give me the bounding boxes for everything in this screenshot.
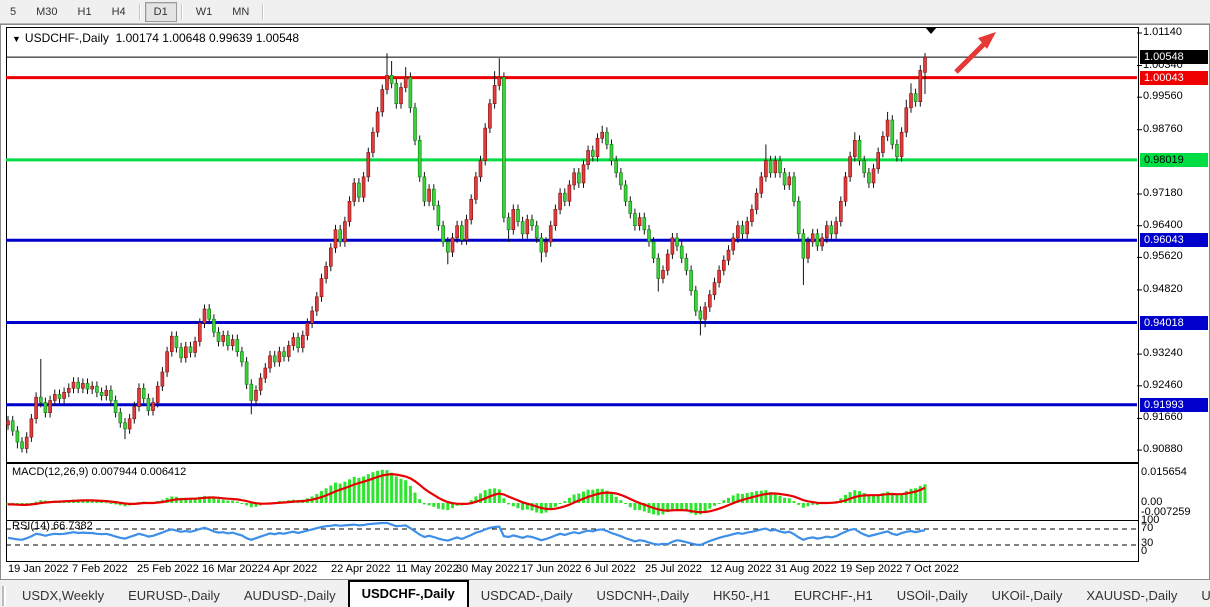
date-tick: 31 Aug 2022 bbox=[775, 563, 837, 575]
mt4-window: 5M30H1H4 D1 W1MN ▼ USDCHF-,Daily 1.00174 1.… bbox=[0, 0, 1210, 607]
price-tick-1.01140: 1.01140 bbox=[1143, 26, 1182, 38]
date-tick: 6 Jul 2022 bbox=[585, 563, 636, 575]
symbol-tab-usdx-weekly[interactable]: USDX,Weekly bbox=[10, 584, 116, 607]
date-tick: 19 Jan 2022 bbox=[8, 563, 69, 575]
price-tick-0.96400: 0.96400 bbox=[1143, 219, 1183, 231]
price-tick-0.92460: 0.92460 bbox=[1143, 379, 1183, 391]
price-badge-0.98019: 0.98019 bbox=[1140, 153, 1208, 167]
price-tick-0.93240: 0.93240 bbox=[1143, 347, 1183, 359]
price-badge-0.91993: 0.91993 bbox=[1140, 398, 1208, 412]
symbol-tab-ukoil-daily[interactable]: UKOil-,Daily bbox=[980, 584, 1075, 607]
date-tick: 7 Feb 2022 bbox=[72, 563, 128, 575]
price-badge-0.96043: 0.96043 bbox=[1140, 233, 1208, 247]
timeframe-button-H1[interactable]: H1 bbox=[69, 2, 101, 22]
timeframe-button-M30[interactable]: M30 bbox=[27, 2, 66, 22]
symbol-tab-eurchf-h1[interactable]: EURCHF-,H1 bbox=[782, 584, 885, 607]
date-tick: 17 Jun 2022 bbox=[521, 563, 582, 575]
symbol-tab-audusd-daily[interactable]: AUDUSD-,Daily bbox=[232, 584, 348, 607]
date-tick: 4 Apr 2022 bbox=[264, 563, 317, 575]
date-tick: 16 Mar 2022 bbox=[202, 563, 264, 575]
date-tick: 7 Oct 2022 bbox=[905, 563, 959, 575]
tabbar-grip[interactable] bbox=[2, 586, 6, 606]
toolbar-separator bbox=[139, 4, 141, 20]
macd-axis-0.015654: 0.015654 bbox=[1141, 466, 1187, 478]
rsi-axis-70: 70 bbox=[1141, 522, 1153, 534]
date-tick: 22 Apr 2022 bbox=[331, 563, 390, 575]
macd-label: MACD(12,26,9) 0.007944 0.006412 bbox=[12, 466, 186, 478]
timeframe-button-H4[interactable]: H4 bbox=[103, 2, 135, 22]
rsi-pane[interactable] bbox=[6, 520, 1139, 562]
timeframe-toolbar: 5M30H1H4 D1 W1MN bbox=[0, 0, 1210, 24]
timeframe-button-W1[interactable]: W1 bbox=[187, 2, 222, 22]
toolbar-separator bbox=[262, 4, 264, 20]
price-badge-0.94018: 0.94018 bbox=[1140, 316, 1208, 330]
symbol-tab-usoil-daily[interactable]: USOil-,Daily bbox=[885, 584, 980, 607]
date-tick: 12 Aug 2022 bbox=[710, 563, 772, 575]
timeframe-button-D1[interactable]: D1 bbox=[145, 2, 177, 22]
price-tick-0.94820: 0.94820 bbox=[1143, 283, 1183, 295]
symbol-tab-hk50-h1[interactable]: HK50-,H1 bbox=[701, 584, 782, 607]
symbol-tab-usdcnh-daily[interactable]: USDCNH-,Daily bbox=[585, 584, 701, 607]
date-tick: 25 Jul 2022 bbox=[645, 563, 702, 575]
date-tick: 11 May 2022 bbox=[396, 563, 459, 575]
symbol-tab-usdcad-daily[interactable]: USDCAD-,Daily bbox=[469, 584, 585, 607]
price-tick-0.90880: 0.90880 bbox=[1143, 443, 1183, 455]
date-tick: 19 Sep 2022 bbox=[840, 563, 902, 575]
symbol-tab-eurusd-daily[interactable]: EURUSD-,Daily bbox=[116, 584, 232, 607]
chevron-down-icon[interactable]: ▼ bbox=[12, 34, 21, 44]
price-badge-1.00548: 1.00548 bbox=[1140, 50, 1208, 64]
price-tick-0.99560: 0.99560 bbox=[1143, 90, 1183, 102]
rsi-label: RSI(14) 66.7382 bbox=[12, 520, 93, 532]
symbol-tab-xauusd-daily[interactable]: XAUUSD-,Daily bbox=[1074, 584, 1189, 607]
price-badge-1.00043: 1.00043 bbox=[1140, 71, 1208, 85]
price-tick-0.91660: 0.91660 bbox=[1143, 411, 1183, 423]
timeframe-button-5[interactable]: 5 bbox=[1, 2, 25, 22]
symbol-tab-ukoil-da[interactable]: UKOil-,Da bbox=[1189, 584, 1210, 607]
date-tick: 30 May 2022 bbox=[456, 563, 520, 575]
toolbar-separator bbox=[181, 4, 183, 20]
date-tick: 25 Feb 2022 bbox=[137, 563, 199, 575]
price-pane[interactable] bbox=[6, 27, 1139, 463]
symbol-tab-bar: USDX,WeeklyEURUSD-,DailyAUDUSD-,DailyUSD… bbox=[0, 579, 1210, 607]
symbol-label: USDCHF-,Daily bbox=[25, 31, 109, 45]
chart-title: ▼ USDCHF-,Daily 1.00174 1.00648 0.99639 1… bbox=[12, 31, 299, 45]
symbol-tab-usdchf-daily[interactable]: USDCHF-,Daily bbox=[348, 580, 469, 607]
price-tick-0.97180: 0.97180 bbox=[1143, 187, 1183, 199]
timeframe-button-MN[interactable]: MN bbox=[223, 2, 258, 22]
price-tick-0.95620: 0.95620 bbox=[1143, 250, 1183, 262]
ohlc-values: 1.00174 1.00648 0.99639 1.00548 bbox=[116, 31, 300, 45]
chart-window bbox=[0, 24, 1210, 580]
price-tick-0.98760: 0.98760 bbox=[1143, 123, 1183, 135]
rsi-axis-0: 0 bbox=[1141, 545, 1147, 557]
